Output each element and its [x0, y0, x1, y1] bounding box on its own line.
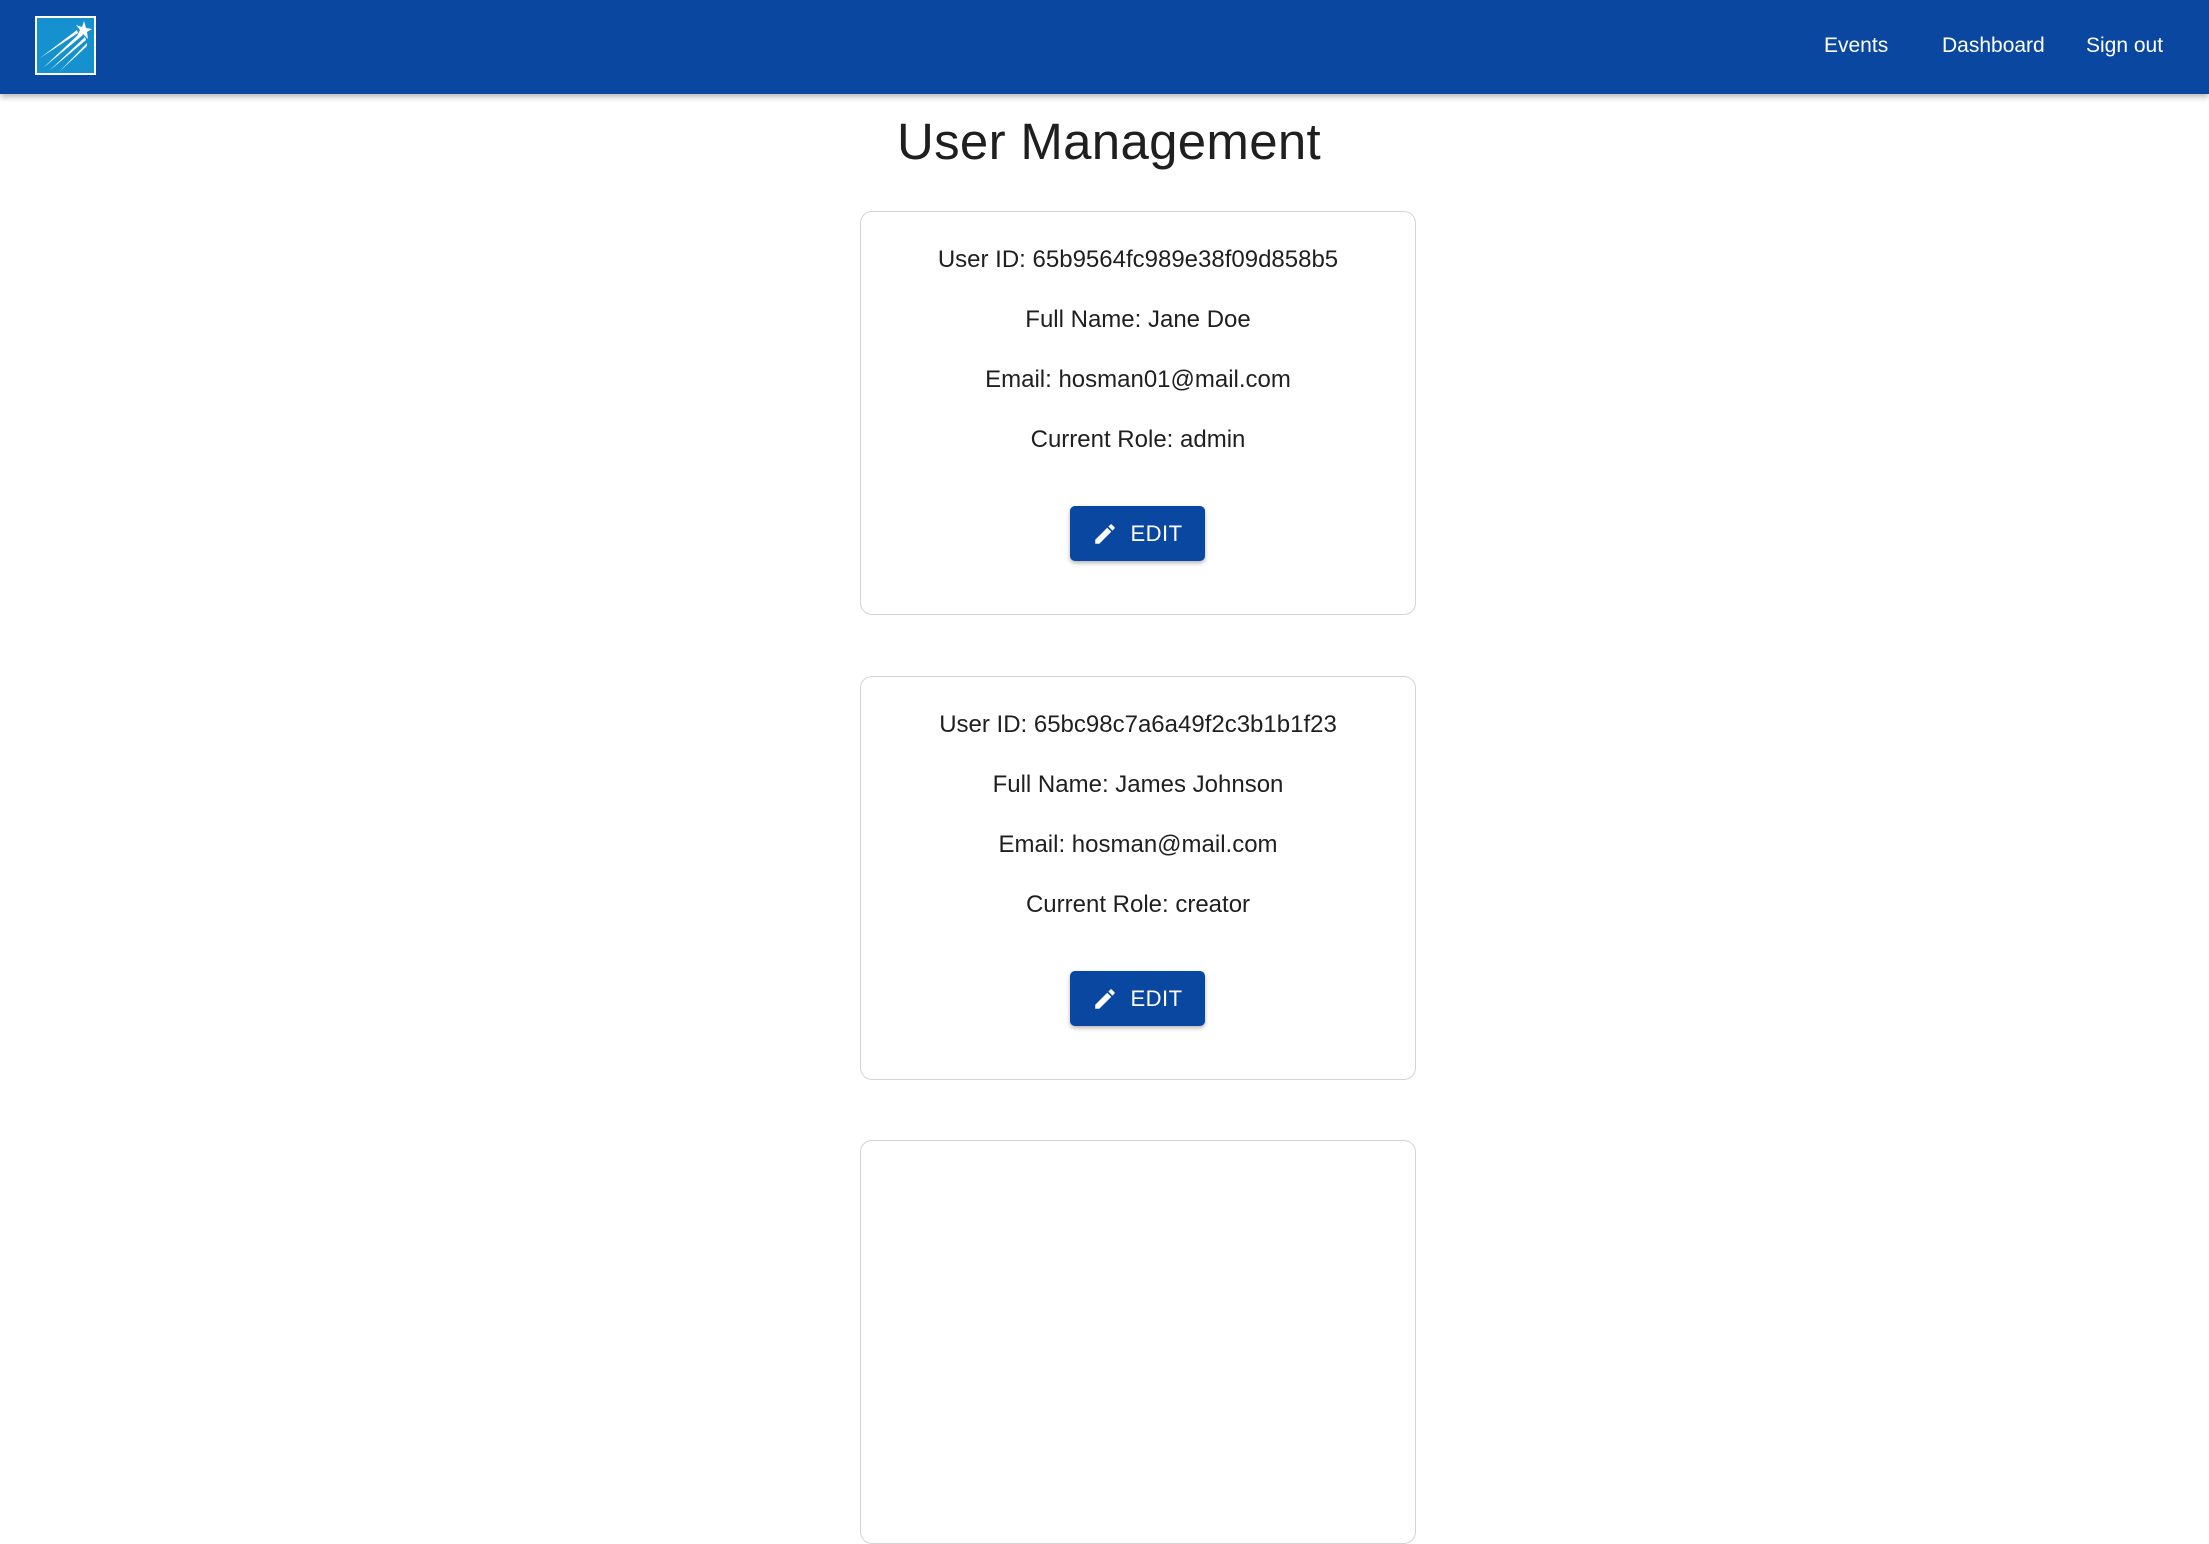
user-card: User ID: 65bc98c7a6a49f2c3b1b1f23 Full N…	[860, 676, 1416, 1080]
page-title: User Management	[896, 113, 1322, 170]
full-name-text: Full Name: James Johnson	[992, 771, 1284, 798]
shooting-star-logo-icon[interactable]	[35, 16, 96, 75]
pencil-icon	[1092, 521, 1118, 547]
edit-user-button[interactable]: EDIT	[1070, 506, 1205, 561]
edit-button-label: EDIT	[1130, 985, 1183, 1011]
nav-sign-out-link[interactable]: Sign out	[2086, 0, 2163, 92]
nav-events-link[interactable]: Events	[1824, 0, 1888, 92]
nav-dashboard-link[interactable]: Dashboard	[1942, 0, 2045, 92]
edit-user-button[interactable]: EDIT	[1070, 971, 1205, 1026]
user-id-text: User ID: 65b9564fc989e38f09d858b5	[937, 246, 1339, 273]
user-id-text: User ID: 65bc98c7a6a49f2c3b1b1f23	[939, 711, 1337, 738]
full-name-text: Full Name: Jane Doe	[1025, 306, 1251, 333]
pencil-icon	[1092, 986, 1118, 1012]
email-text: Email: hosman01@mail.com	[985, 366, 1291, 393]
current-role-text: Current Role: creator	[1025, 891, 1251, 918]
email-text: Email: hosman@mail.com	[998, 831, 1278, 858]
edit-button-label: EDIT	[1130, 520, 1183, 546]
user-card-partially-visible	[860, 1140, 1416, 1544]
user-card: User ID: 65b9564fc989e38f09d858b5 Full N…	[860, 211, 1416, 615]
top-app-bar: Events Dashboard Sign out	[0, 0, 2209, 94]
current-role-text: Current Role: admin	[1030, 426, 1246, 453]
logo-graphic	[40, 21, 92, 72]
